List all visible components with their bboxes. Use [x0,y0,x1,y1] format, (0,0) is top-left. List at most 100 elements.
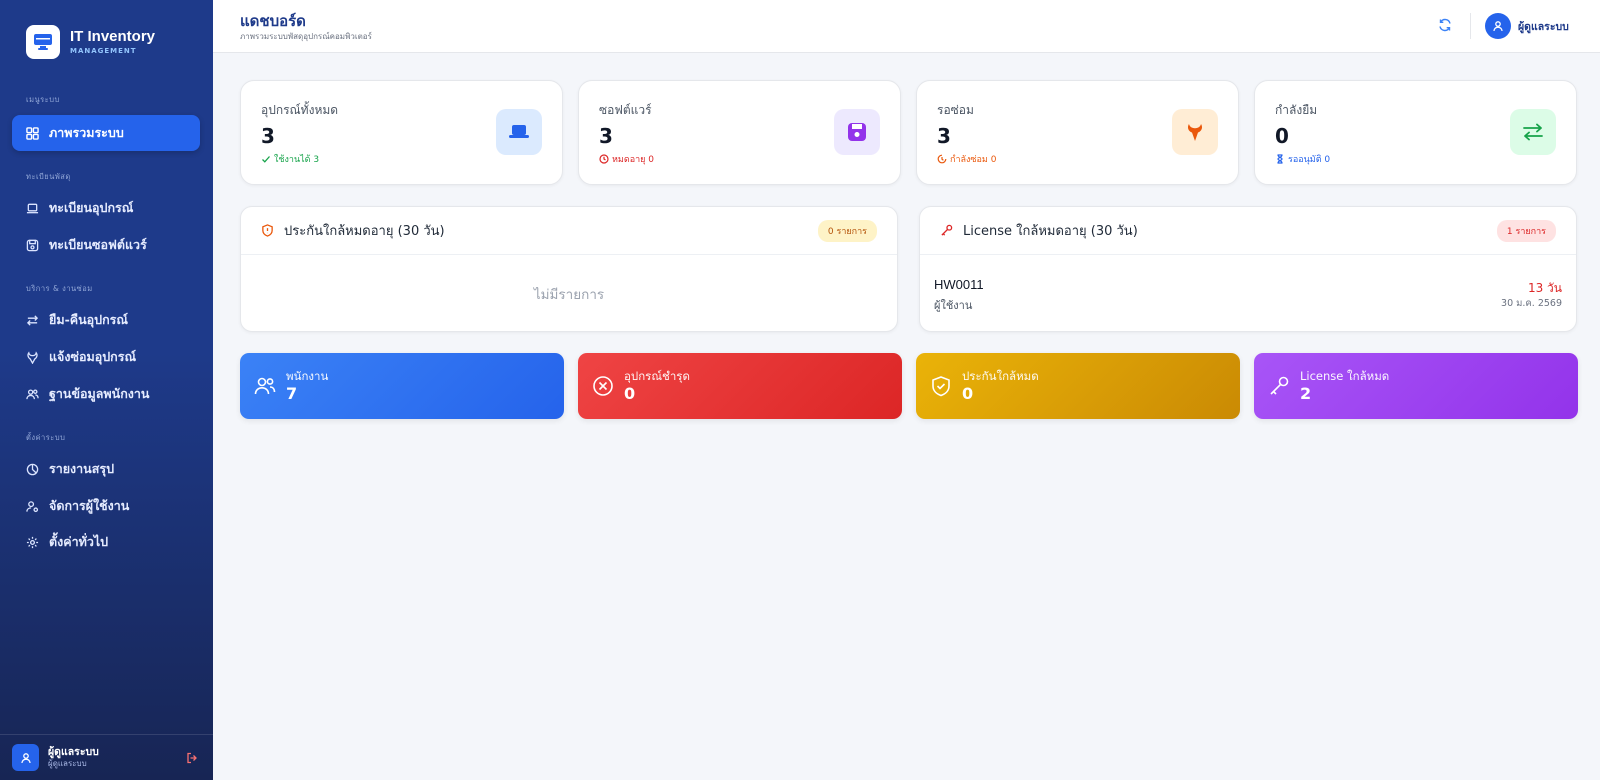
sidebar-item-label: รายงานสรุป [49,461,115,476]
sidebar-item-devices[interactable]: ทะเบียนอุปกรณ์ [12,190,200,226]
sidebar-item-overview[interactable]: ภาพรวมระบบ [12,115,200,151]
license-expiring-panel: License ใกล้หมดอายุ (30 วัน) 1 รายการ HW… [919,206,1577,332]
exchange-icon [1510,109,1556,155]
count-badge: 0 รายการ [817,219,877,242]
page-subtitle: ภาพรวมระบบพัสดุอุปกรณ์คอมพิวเตอร์ [240,32,372,41]
gear-icon [26,536,39,548]
exchange-icon [26,314,39,326]
stat-label: ซอฟต์แวร์ [599,103,652,117]
panel-header: License ใกล้หมดอายุ (30 วัน) 1 รายการ [920,207,1576,255]
summary-value: 0 [962,383,974,403]
logout-button[interactable] [183,749,201,767]
empty-state: ไม่มีรายการ [533,287,605,303]
clock-icon [599,154,609,164]
top-header: แดชบอร์ด ภาพรวมระบบพัสดุอุปกรณ์คอมพิวเตอ… [213,0,1600,53]
hourglass-icon [1277,154,1283,164]
sidebar-item-label: จัดการผู้ใช้งาน [49,498,130,513]
laptop-icon [26,203,39,213]
sidebar-item-settings[interactable]: ตั้งค่าทั่วไป [12,524,200,560]
sidebar-section-title: ตั้งค่าระบบ [26,433,66,442]
stat-value: 3 [261,124,275,148]
pie-chart-icon [26,463,39,475]
stat-value: 3 [599,124,613,148]
stat-card-devices[interactable]: อุปกรณ์ทั้งหมด 3 ใช้งานได้ 3 [240,80,563,185]
summary-card-broken[interactable]: อุปกรณ์ชำรุด 0 [578,353,902,419]
wrench-icon [1172,109,1218,155]
sidebar-item-repair[interactable]: แจ้งซ่อมอุปกรณ์ [12,339,200,375]
stat-note: ใช้งานได้ 3 [261,152,319,166]
key-icon [1270,376,1289,395]
stat-note-text: รออนุมัติ 0 [1288,155,1331,165]
shield-icon [932,376,950,397]
wrench-icon [27,350,38,364]
shield-icon [262,224,273,237]
stat-label: กำลังยืม [1275,103,1318,117]
list-item[interactable]: HW0011 ผู้ใช้งาน 13 วัน 30 ม.ค. 2569 [920,255,1576,331]
brand[interactable]: IT Inventory MANAGEMENT [26,25,155,59]
stat-note-text: กำลังซ่อม 0 [950,155,997,165]
summary-value: 2 [1300,383,1312,403]
sidebar: IT Inventory MANAGEMENT เมนูระบบ ภาพรวมร… [0,0,213,780]
stat-card-repair[interactable]: รอซ่อม 3 กำลังซ่อม 0 [916,80,1239,185]
grid-icon [26,126,39,140]
summary-label: พนักงาน [286,368,329,383]
expiry-date: 30 ม.ค. 2569 [1501,298,1562,309]
stat-card-borrowing[interactable]: กำลังยืม 0 รออนุมัติ 0 [1254,80,1577,185]
license-owner: ผู้ใช้งาน [934,299,973,312]
laptop-icon [496,109,542,155]
key-icon [941,224,953,236]
brand-subtitle: MANAGEMENT [70,47,137,55]
user-cog-icon [26,500,39,512]
panel-title: License ใกล้หมดอายุ (30 วัน) [963,224,1138,239]
users-icon [254,377,276,395]
summary-value: 0 [624,383,636,403]
sidebar-item-borrow[interactable]: ยืม-คืนอุปกรณ์ [12,302,200,338]
monitor-icon [26,25,60,59]
stat-card-software[interactable]: ซอฟต์แวร์ 3 หมดอายุ 0 [578,80,901,185]
x-circle-icon [593,376,613,396]
summary-card-warranty[interactable]: ประกันใกล้หมด 0 [916,353,1240,419]
sidebar-item-label: ยืม-คืนอุปกรณ์ [49,312,128,327]
sidebar-item-label: แจ้งซ่อมอุปกรณ์ [49,349,137,364]
stat-note: หมดอายุ 0 [599,152,654,166]
stat-note: กำลังซ่อม 0 [937,152,996,166]
sidebar-item-label: ทะเบียนซอฟต์แวร์ [49,237,147,252]
sidebar-section-title: ทะเบียนพัสดุ [26,172,71,181]
header-divider [1470,13,1471,39]
footer-user-role: ผู้ดูแลระบบ [48,759,87,768]
summary-card-employees[interactable]: พนักงาน 7 [240,353,564,419]
warranty-expiring-panel: ประกันใกล้หมดอายุ (30 วัน) 0 รายการ ไม่ม… [240,206,898,332]
summary-label: License ใกล้หมด [1300,368,1390,383]
sidebar-section-title: เมนูระบบ [26,95,60,104]
sidebar-item-reports[interactable]: รายงานสรุป [12,451,200,487]
stat-note-text: ใช้งานได้ 3 [274,155,320,165]
sidebar-footer: ผู้ดูแลระบบ ผู้ดูแลระบบ [0,734,213,780]
sidebar-item-label: ฐานข้อมูลพนักงาน [49,386,150,401]
refresh-button[interactable] [1435,15,1455,35]
save-icon [834,109,880,155]
user-menu[interactable]: ผู้ดูแลระบบ [1485,13,1569,39]
brand-title: IT Inventory [70,28,156,45]
sidebar-section-title: บริการ & งานซ่อม [26,284,93,293]
summary-card-license[interactable]: License ใกล้หมด 2 [1254,353,1578,419]
count-badge: 1 รายการ [1496,219,1556,242]
save-icon [26,239,39,251]
stat-value: 3 [937,124,951,148]
sidebar-item-employees[interactable]: ฐานข้อมูลพนักงาน [12,376,200,412]
footer-user-name: ผู้ดูแลระบบ [48,746,99,758]
sidebar-item-label: ภาพรวมระบบ [49,125,124,140]
sidebar-item-label: ทะเบียนอุปกรณ์ [49,200,134,215]
summary-label: อุปกรณ์ชำรุด [624,368,690,383]
panel-title: ประกันใกล้หมดอายุ (30 วัน) [284,224,445,239]
sidebar-item-software[interactable]: ทะเบียนซอฟต์แวร์ [12,227,200,263]
stat-note: รออนุมัติ 0 [1275,152,1330,166]
license-code: HW0011 [934,277,984,292]
users-icon [26,388,39,399]
stat-note-text: หมดอายุ 0 [612,155,655,165]
summary-label: ประกันใกล้หมด [962,368,1039,383]
stat-value: 0 [1275,124,1289,148]
stat-label: อุปกรณ์ทั้งหมด [261,103,339,117]
sidebar-item-label: ตั้งค่าทั่วไป [49,534,109,549]
refresh-icon [1439,18,1451,32]
sidebar-item-users[interactable]: จัดการผู้ใช้งาน [12,488,200,524]
